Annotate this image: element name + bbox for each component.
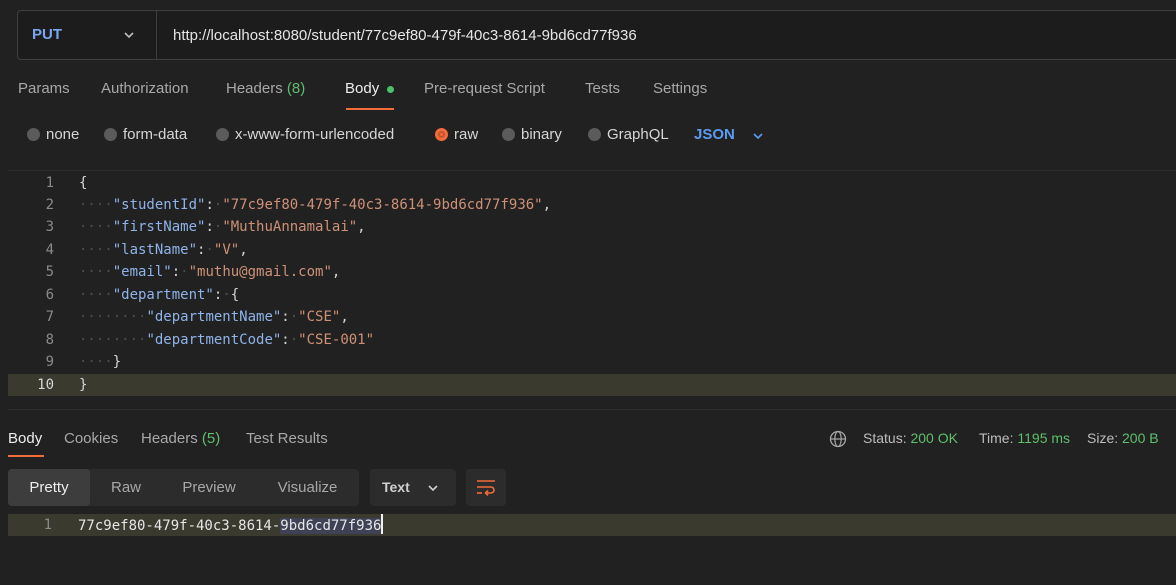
- response-tab-cookies[interactable]: Cookies: [64, 430, 118, 447]
- line-number: 3: [45, 219, 54, 235]
- view-preview-button[interactable]: Preview: [162, 469, 256, 506]
- active-tab-indicator: [346, 108, 394, 110]
- radio-label: raw: [454, 126, 479, 143]
- radio-label: none: [46, 126, 80, 143]
- code-text: ····"email":·"muthu@gmail.com",: [79, 264, 341, 280]
- line-number: 9: [45, 354, 54, 370]
- radio-circle-selected: [435, 128, 448, 141]
- status-info[interactable]: Status: 200 OK: [863, 430, 958, 446]
- code-line: 4 ····"lastName":·"V",: [8, 239, 1176, 261]
- code-text: }: [79, 377, 88, 393]
- tab-tests[interactable]: Tests: [585, 80, 620, 97]
- line-number: 7: [45, 309, 54, 325]
- line-number: 4: [45, 242, 54, 258]
- line-number: 1: [43, 517, 52, 533]
- method-select[interactable]: PUT: [32, 26, 62, 43]
- view-raw-button[interactable]: Raw: [90, 469, 162, 506]
- response-body-line[interactable]: 1 77c9ef80-479f-40c3-8614-9bd6cd77f936: [8, 514, 1176, 536]
- size-label: Size:: [1087, 430, 1119, 446]
- tab-headers-label: Headers: [226, 80, 283, 97]
- time-value: 1195 ms: [1017, 430, 1071, 446]
- radio-binary[interactable]: binary: [502, 126, 562, 143]
- radio-raw[interactable]: raw: [435, 126, 478, 143]
- code-line: 7 ········"departmentName":·"CSE",: [8, 306, 1176, 328]
- response-tab-body[interactable]: Body: [8, 430, 42, 447]
- radio-none[interactable]: none: [27, 126, 79, 143]
- radio-label: x-www-form-urlencoded: [235, 126, 395, 143]
- radio-label: GraphQL: [607, 126, 669, 143]
- line-number: 5: [45, 264, 54, 280]
- body-modified-dot: [387, 86, 394, 93]
- code-text: ····"department":·{: [79, 287, 240, 303]
- size-value: 200 B: [1122, 430, 1159, 446]
- size-info[interactable]: Size: 200 B: [1087, 430, 1159, 446]
- response-format-label: Text: [382, 479, 410, 495]
- active-tab-indicator: [8, 455, 44, 457]
- radio-urlencoded[interactable]: x-www-form-urlencoded: [216, 126, 394, 143]
- radio-circle: [588, 128, 601, 141]
- response-headers-count: (5): [201, 430, 221, 447]
- request-body-editor[interactable]: 1 { 2 ····"studentId":·"77c9ef80-479f-40…: [8, 170, 1176, 410]
- code-text: ····"lastName":·"V",: [79, 242, 248, 258]
- response-tab-headers[interactable]: Headers (5): [141, 430, 220, 447]
- response-format-select[interactable]: Text: [370, 469, 456, 506]
- code-text: ········"departmentName":·"CSE",: [79, 309, 349, 325]
- response-body-text: 77c9ef80-479f-40c3-8614-9bd6cd77f936: [78, 514, 384, 537]
- url-input[interactable]: http://localhost:8080/student/77c9ef80-4…: [173, 27, 637, 44]
- tab-headers[interactable]: Headers (8): [226, 80, 305, 97]
- code-line: 2 ····"studentId":·"77c9ef80-479f-40c3-8…: [8, 194, 1176, 216]
- radio-form-data[interactable]: form-data: [104, 126, 187, 143]
- divider: [156, 11, 157, 59]
- code-line: 3 ····"firstName":·"MuthuAnnamalai",: [8, 216, 1176, 238]
- code-text: {: [79, 175, 88, 191]
- code-line: 1 {: [8, 172, 1176, 194]
- code-line: 6 ····"department":·{: [8, 284, 1176, 306]
- chevron-down-icon[interactable]: [751, 129, 765, 143]
- chevron-down-icon[interactable]: [122, 28, 136, 42]
- line-number: 1: [45, 175, 54, 191]
- line-number: 2: [45, 197, 54, 213]
- response-tab-headers-label: Headers: [141, 430, 198, 447]
- radio-circle: [27, 128, 40, 141]
- code-line: 9 ····}: [8, 351, 1176, 373]
- time-info[interactable]: Time: 1195 ms: [979, 430, 1070, 446]
- radio-label: form-data: [123, 126, 188, 143]
- text-caret: [381, 514, 384, 534]
- status-label: Status:: [863, 430, 907, 446]
- chevron-down-icon: [428, 485, 438, 492]
- tab-prerequest-script[interactable]: Pre-request Script: [424, 80, 545, 97]
- radio-circle: [216, 128, 229, 141]
- code-text: ········"departmentCode":·"CSE-001": [79, 332, 375, 348]
- code-line: 8 ········"departmentCode":·"CSE-001": [8, 329, 1176, 351]
- radio-graphql[interactable]: GraphQL: [588, 126, 669, 143]
- view-visualize-button[interactable]: Visualize: [256, 469, 359, 506]
- radio-label: binary: [521, 126, 562, 143]
- line-number: 8: [45, 332, 54, 348]
- line-number: 6: [45, 287, 54, 303]
- format-select[interactable]: JSON: [694, 126, 735, 143]
- wrap-lines-button[interactable]: [466, 469, 506, 506]
- time-label: Time:: [979, 430, 1014, 446]
- radio-circle: [104, 128, 117, 141]
- response-tab-test-results[interactable]: Test Results: [246, 430, 328, 447]
- radio-circle: [502, 128, 515, 141]
- status-value: 200 OK: [910, 430, 958, 446]
- code-line-current: 10 }: [8, 374, 1176, 396]
- code-text: ····"firstName":·"MuthuAnnamalai",: [79, 219, 366, 235]
- tab-body[interactable]: Body: [345, 80, 379, 97]
- url-bar: PUT http://localhost:8080/student/77c9ef…: [17, 10, 1176, 60]
- tab-settings[interactable]: Settings: [653, 80, 707, 97]
- view-mode-group: Pretty Raw Preview Visualize: [8, 469, 359, 506]
- wrap-lines-icon: [477, 480, 495, 496]
- code-line: 5 ····"email":·"muthu@gmail.com",: [8, 261, 1176, 283]
- code-text: ····}: [79, 354, 122, 370]
- line-number: 10: [37, 377, 54, 393]
- tab-params[interactable]: Params: [18, 80, 70, 97]
- tab-authorization[interactable]: Authorization: [101, 80, 189, 97]
- globe-icon[interactable]: [829, 430, 847, 448]
- headers-count: (8): [286, 80, 306, 97]
- view-pretty-button[interactable]: Pretty: [8, 469, 90, 506]
- code-text: ····"studentId":·"77c9ef80-479f-40c3-861…: [79, 197, 552, 213]
